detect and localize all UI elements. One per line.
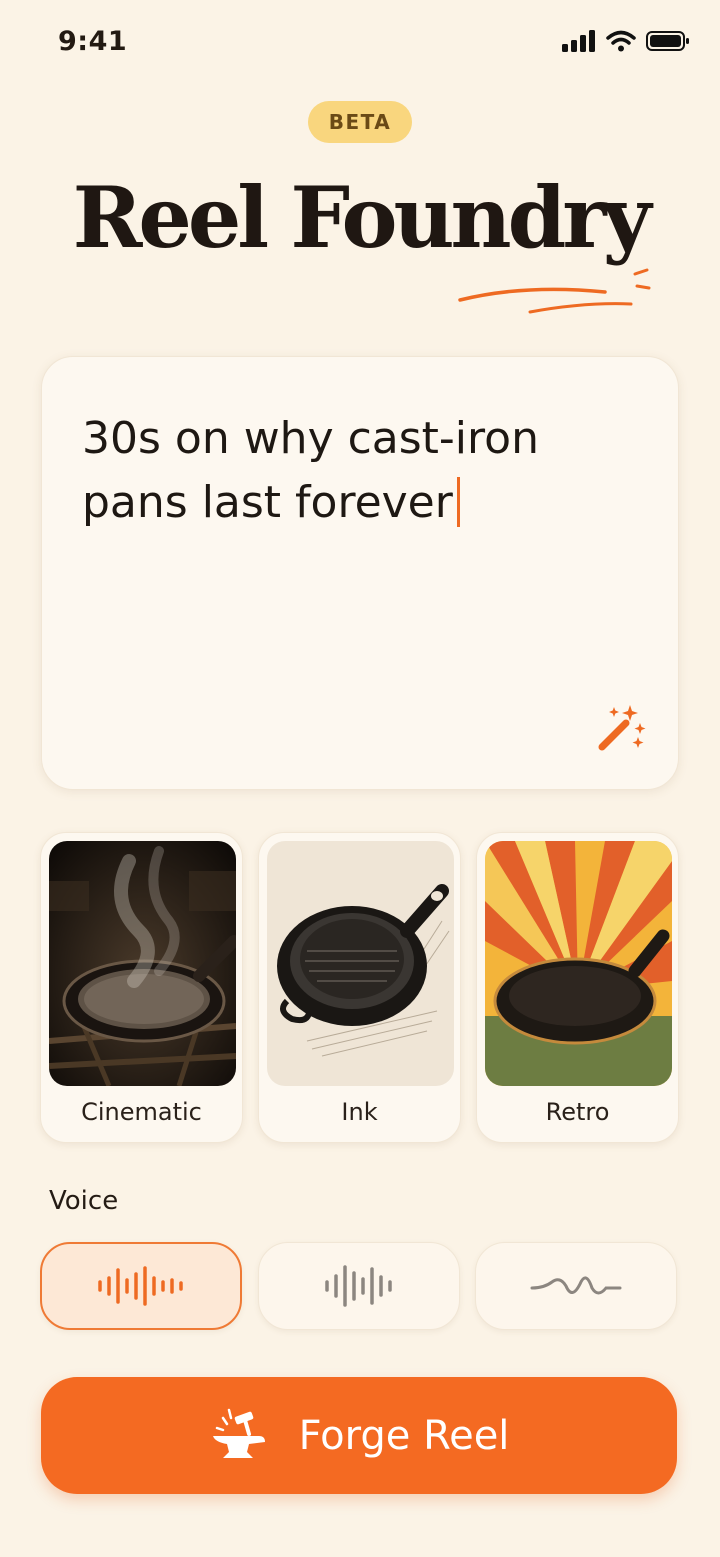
status-time: 9:41 — [58, 26, 128, 57]
forge-reel-label: Forge Reel — [298, 1412, 510, 1459]
style-card-ink[interactable]: Ink — [258, 832, 461, 1143]
prompt-text-wrap: 30s on why cast-iron pans last forever — [82, 407, 622, 535]
forge-reel-button[interactable]: Forge Reel — [41, 1377, 677, 1494]
cellular-signal-icon — [562, 30, 595, 52]
text-caret — [456, 477, 460, 527]
ink-thumbnail — [267, 841, 454, 1086]
title-underline-decoration — [458, 268, 651, 314]
sine-wave-icon — [530, 1276, 622, 1295]
voice-option-2[interactable] — [258, 1242, 460, 1330]
status-bar: 9:41 — [0, 0, 720, 88]
style-label-retro: Retro — [545, 1098, 610, 1126]
voice-option-3[interactable] — [475, 1242, 677, 1330]
wifi-icon — [606, 30, 636, 52]
prompt-input[interactable]: 30s on why cast-iron pans last forever — [41, 356, 679, 790]
style-label-ink: Ink — [341, 1098, 378, 1126]
waveform-bars-icon — [325, 1265, 392, 1307]
prompt-text: 30s on why cast-iron pans last forever — [82, 413, 539, 528]
app-title: Reel Foundry — [72, 168, 652, 267]
waveform-bars-icon — [98, 1266, 183, 1306]
voice-option-1[interactable] — [40, 1242, 242, 1330]
style-label-cinematic: Cinematic — [81, 1098, 202, 1126]
magic-wand-icon[interactable] — [596, 701, 648, 753]
cinematic-thumbnail — [49, 841, 236, 1086]
style-card-retro[interactable]: Retro — [476, 832, 679, 1143]
retro-thumbnail — [485, 841, 672, 1086]
status-icons — [562, 30, 690, 52]
voice-section-label: Voice — [49, 1186, 119, 1216]
beta-badge: BETA — [308, 101, 412, 143]
anvil-hammer-icon — [212, 1408, 265, 1458]
style-card-cinematic[interactable]: Cinematic — [40, 832, 243, 1143]
battery-icon — [646, 31, 689, 51]
